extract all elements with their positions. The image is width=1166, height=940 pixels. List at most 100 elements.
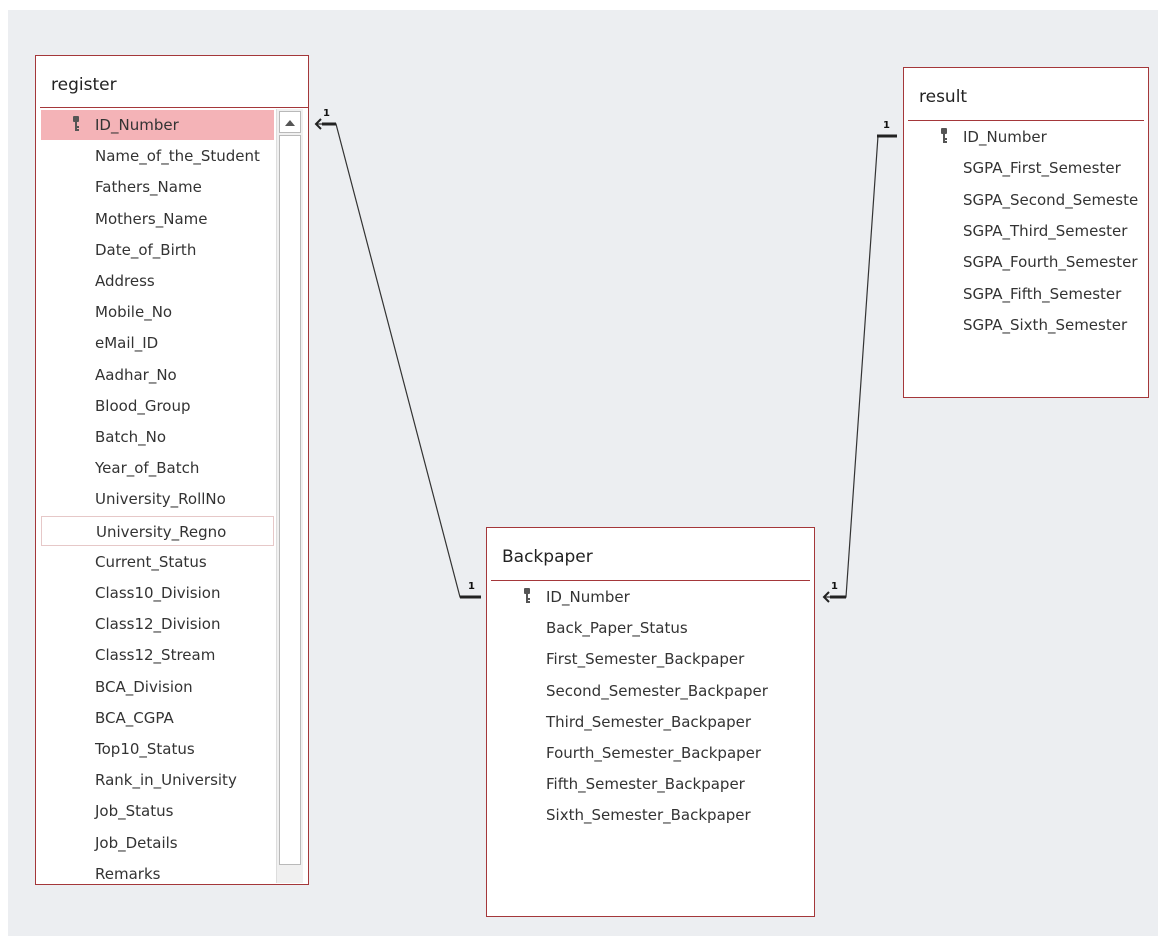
field-label: Class12_Division: [95, 615, 221, 634]
field-label: SGPA_Second_Semeste: [963, 190, 1139, 209]
field-label: Second_Semester_Backpaper: [546, 681, 768, 700]
field-row[interactable]: Current_Status: [41, 547, 274, 577]
field-label: Class10_Division: [95, 584, 221, 602]
field-label: ID_Number: [963, 128, 1047, 146]
field-row[interactable]: Mothers_Name: [41, 204, 274, 234]
field-label: Sixth_Semester_Backpaper: [546, 806, 751, 825]
field-label: Address: [95, 272, 155, 290]
field-row[interactable]: BCA_Division: [41, 672, 274, 702]
field-label: SGPA_First_Semester: [963, 159, 1121, 178]
field-row[interactable]: SGPA_Third_Semester: [909, 216, 1145, 246]
field-row[interactable]: Aadhar_No: [41, 360, 274, 390]
field-label: Fathers_Name: [95, 178, 202, 197]
field-label: SGPA_Fifth_Semester: [963, 284, 1122, 303]
cardinality-register: 1: [323, 108, 330, 119]
field-label: First_Semester_Backpaper: [546, 650, 745, 669]
field-row[interactable]: Job_Status: [41, 796, 274, 826]
field-row[interactable]: Fifth_Semester_Backpaper: [492, 769, 811, 799]
table-register[interactable]: register ID_Number Name_of_the_Student Fat…: [35, 55, 309, 885]
field-label: Aadhar_No: [95, 365, 177, 384]
key-icon: [524, 588, 530, 603]
field-row[interactable]: SGPA_Sixth_Semester: [909, 310, 1145, 340]
field-label: SGPA_Sixth_Semester: [963, 315, 1128, 334]
cardinality-backpaper-right: 1: [831, 581, 838, 592]
field-label: ID_Number: [95, 116, 179, 134]
scrollbar-register[interactable]: [276, 109, 303, 883]
field-label: Date_of_Birth: [95, 240, 197, 259]
field-row[interactable]: Name_of_the_Student: [41, 141, 274, 171]
field-row[interactable]: Address: [41, 266, 274, 296]
field-label: Fifth_Semester_Backpaper: [546, 775, 745, 794]
field-label: Top10_Status: [95, 740, 195, 758]
table-backpaper[interactable]: Backpaper ID_Number Back_Paper_Status Firs…: [486, 527, 815, 917]
cardinality-backpaper-left: 1: [468, 581, 475, 592]
field-row[interactable]: University_Regno: [41, 515, 274, 546]
field-label: Third_Semester_Backpaper: [546, 712, 751, 731]
field-row[interactable]: SGPA_Fourth_Semester: [909, 247, 1145, 277]
field-row[interactable]: ID_Number: [492, 582, 811, 612]
field-row[interactable]: BCA_CGPA: [41, 703, 274, 733]
key-icon: [73, 116, 79, 131]
chevron-up-icon: [285, 119, 295, 126]
field-label: Job_Status: [95, 802, 174, 821]
field-row[interactable]: Class12_Division: [41, 609, 274, 639]
field-row[interactable]: Third_Semester_Backpaper: [492, 707, 811, 737]
field-label: BCA_Division: [95, 677, 193, 696]
field-label: Job_Details: [95, 833, 178, 852]
field-row[interactable]: SGPA_First_Semester: [909, 153, 1145, 183]
field-label: Mothers_Name: [95, 209, 208, 228]
field-label: eMail_ID: [95, 334, 159, 353]
field-label: Name_of_the_Student: [95, 147, 260, 166]
field-row[interactable]: Class10_Division: [41, 578, 274, 608]
field-row[interactable]: Back_Paper_Status: [492, 613, 811, 643]
table-title-register[interactable]: register: [36, 70, 308, 100]
field-row[interactable]: Fourth_Semester_Backpaper: [492, 738, 811, 768]
title-divider: [908, 120, 1144, 121]
field-row[interactable]: Remarks: [41, 859, 274, 884]
field-row[interactable]: Job_Details: [41, 828, 274, 858]
title-divider: [40, 107, 308, 108]
field-label: Year_of_Batch: [95, 459, 200, 478]
field-label: Mobile_No: [95, 303, 173, 322]
field-label: Blood_Group: [95, 396, 191, 415]
field-row[interactable]: Blood_Group: [41, 391, 274, 421]
scroll-thumb[interactable]: [279, 135, 301, 865]
field-label: Remarks: [95, 864, 161, 883]
field-label: SGPA_Third_Semester: [963, 221, 1128, 240]
field-row[interactable]: Second_Semester_Backpaper: [492, 676, 811, 706]
cardinality-result: 1: [883, 120, 890, 131]
field-row[interactable]: University_RollNo: [41, 484, 274, 514]
field-label: SGPA_Fourth_Semester: [963, 253, 1138, 272]
field-label: Batch_No: [95, 428, 167, 446]
key-icon: [941, 128, 947, 143]
table-title-result[interactable]: result: [904, 82, 1148, 112]
field-row[interactable]: Class12_Stream: [41, 640, 274, 670]
field-label: Rank_in_University: [95, 771, 237, 790]
field-label: Current_Status: [95, 552, 207, 571]
field-row[interactable]: ID_Number: [41, 110, 274, 140]
field-row[interactable]: SGPA_Second_Semeste: [909, 185, 1145, 215]
scroll-up-button[interactable]: [279, 111, 301, 133]
field-row[interactable]: Year_of_Batch: [41, 453, 274, 483]
field-label: Back_Paper_Status: [546, 619, 688, 638]
field-row[interactable]: SGPA_Fifth_Semester: [909, 279, 1145, 309]
table-title-backpaper[interactable]: Backpaper: [487, 542, 814, 572]
title-divider: [491, 580, 810, 581]
field-row[interactable]: Fathers_Name: [41, 172, 274, 202]
field-row[interactable]: Mobile_No: [41, 297, 274, 327]
field-label: Class12_Stream: [95, 646, 216, 665]
field-row[interactable]: Batch_No: [41, 422, 274, 452]
field-label: BCA_CGPA: [95, 708, 174, 727]
field-row[interactable]: eMail_ID: [41, 328, 274, 358]
field-row[interactable]: First_Semester_Backpaper: [492, 644, 811, 674]
field-row[interactable]: Date_of_Birth: [41, 235, 274, 265]
field-label: University_RollNo: [95, 490, 226, 509]
field-label: ID_Number: [546, 588, 630, 606]
field-label: Fourth_Semester_Backpaper: [546, 744, 762, 762]
field-row[interactable]: Top10_Status: [41, 734, 274, 764]
field-label: University_Regno: [96, 522, 227, 541]
field-row[interactable]: ID_Number: [909, 122, 1145, 152]
field-row[interactable]: Rank_in_University: [41, 765, 274, 795]
field-row[interactable]: Sixth_Semester_Backpaper: [492, 800, 811, 830]
table-result[interactable]: result ID_Number SGPA_First_Semester SGPA_…: [903, 67, 1149, 398]
